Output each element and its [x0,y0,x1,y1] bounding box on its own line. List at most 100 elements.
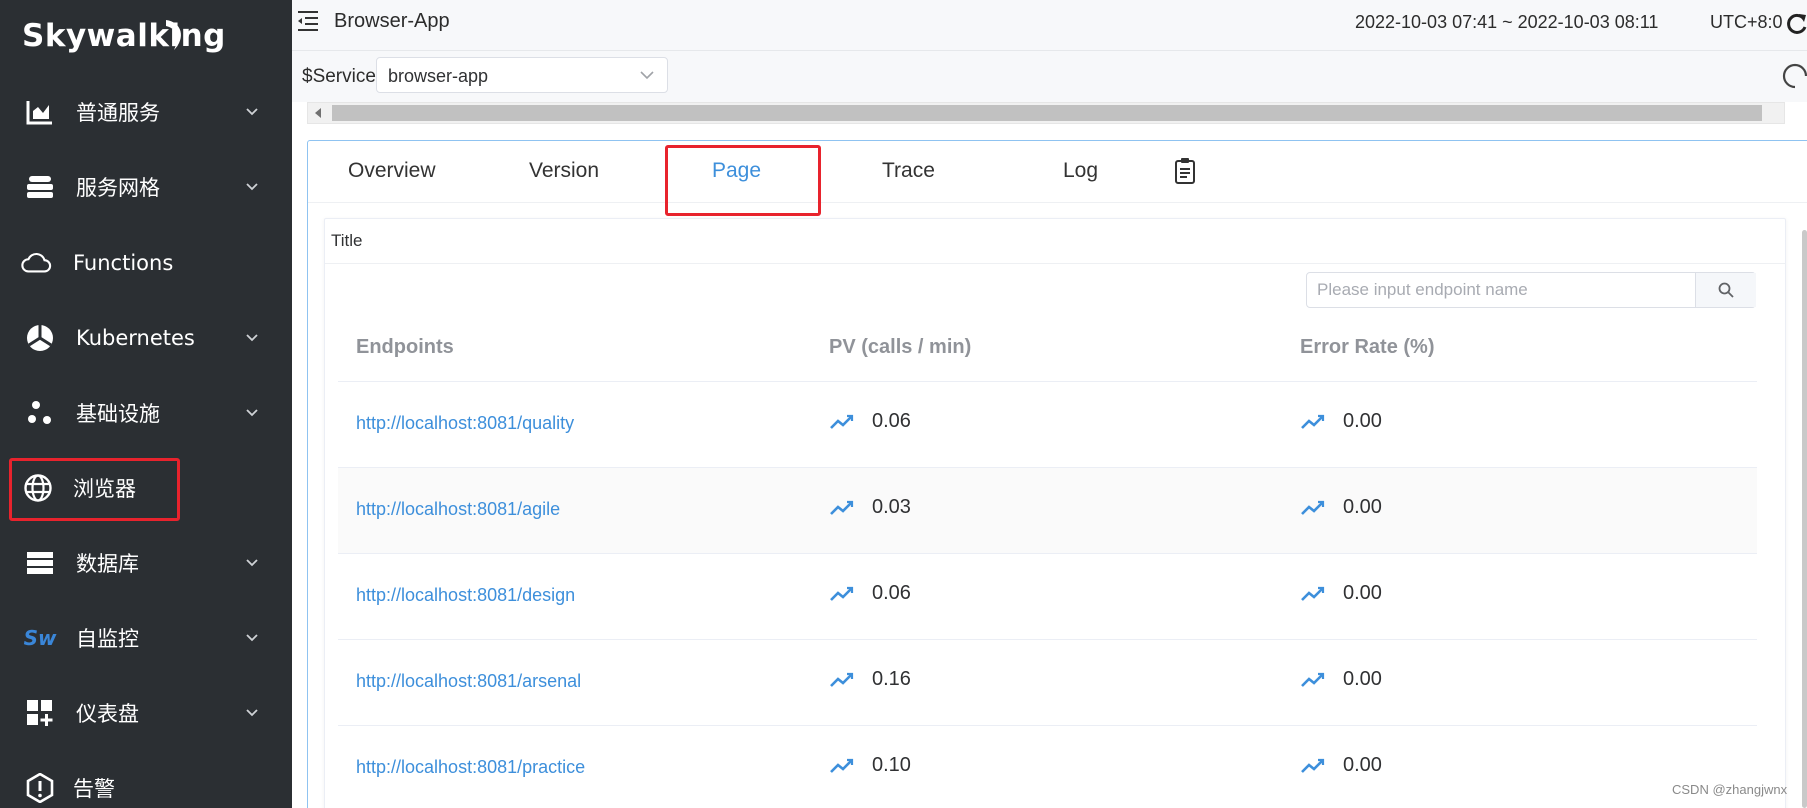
trend-chart-icon[interactable] [1300,757,1326,775]
error-rate-value: 0.00 [1343,410,1382,432]
time-range[interactable]: 2022-10-03 07:41 ~ 2022-10-03 08:11 [1355,12,1658,33]
timezone: UTC+8:0 [1710,12,1783,32]
sidebar: Skywalking 普通服务 服务网格 Functions Kubernete… [0,0,292,808]
chevron-down-icon [246,183,258,191]
endpoint-card: Title Endpoints PV (calls / min) Error R… [324,218,1786,808]
alert-icon [24,772,56,804]
service-select-value: browser-app [388,66,489,86]
sidebar-item-label: 基础设施 [76,402,160,426]
pv-cell: 0.06 [829,582,911,605]
endpoint-link[interactable]: http://localhost:8081/agile [356,499,560,520]
trend-chart-icon[interactable] [1300,671,1326,689]
trend-chart-icon[interactable] [829,585,855,603]
service-selector-bar: $Service browser-app [292,51,1807,102]
endpoint-search-input[interactable] [1307,273,1695,307]
endpoint-search [1306,272,1756,308]
endpoint-link[interactable]: http://localhost:8081/arsenal [356,671,581,692]
pv-cell: 0.10 [829,754,911,777]
logo-swirl-icon [166,20,181,50]
sidebar-item-dashboard[interactable]: 仪表盘 [0,683,292,743]
scroll-left-icon[interactable] [314,108,322,118]
table-row: http://localhost:8081/arsenal 0.16 0.00 [338,640,1757,726]
sw-badge: Sw [23,626,57,650]
tab-bar: Overview Version Page Trace Log [308,141,1807,203]
clipboard-icon[interactable] [1174,157,1196,185]
sidebar-item-label: Kubernetes [76,326,195,350]
scrollbar-thumb[interactable] [332,105,1762,121]
sidebar-item-infrastructure[interactable]: 基础设施 [0,383,292,443]
column-header-endpoints: Endpoints [356,336,454,358]
highlight-box-page-tab [665,145,821,216]
sidebar-item-general-service[interactable]: 普通服务 [0,82,292,142]
service-label: $Service [302,66,376,87]
pv-value: 0.06 [872,582,911,604]
tab-overview[interactable]: Overview [348,159,436,183]
error-rate-value: 0.00 [1343,754,1382,776]
service-select[interactable]: browser-app [376,57,668,93]
sw-icon: Sw [23,622,57,654]
sidebar-item-service-mesh[interactable]: 服务网格 [0,157,292,217]
sidebar-item-label: 普通服务 [76,101,160,125]
vertical-scrollbar[interactable] [1802,230,1807,808]
pv-value: 0.16 [872,668,911,690]
chevron-down-icon [246,334,258,342]
trend-chart-icon[interactable] [1300,585,1326,603]
chevron-down-icon [246,559,258,567]
pv-value: 0.03 [872,496,911,518]
highlight-box-browser [9,458,180,521]
chevron-down-icon [246,409,258,417]
dots-icon [24,397,56,429]
column-header-error-rate: Error Rate (%) [1300,336,1435,358]
pv-cell: 0.06 [829,410,911,433]
trend-chart-icon[interactable] [829,757,855,775]
sidebar-item-label: 数据库 [76,552,139,576]
chevron-down-icon [246,108,258,116]
top-header: Browser-App 2022-10-03 07:41 ~ 2022-10-0… [292,0,1807,51]
pv-value: 0.06 [872,410,911,432]
pv-value: 0.10 [872,754,911,776]
chevron-down-icon [246,634,258,642]
endpoint-link[interactable]: http://localhost:8081/practice [356,757,585,778]
menu-fold-icon[interactable] [296,10,320,32]
error-rate-cell: 0.00 [1300,668,1382,691]
error-rate-cell: 0.00 [1300,582,1382,605]
table-row: http://localhost:8081/practice 0.10 0.00 [338,726,1757,808]
error-rate-cell: 0.00 [1300,496,1382,519]
trend-chart-icon[interactable] [829,413,855,431]
watermark: CSDN @zhangjwnx [1672,782,1788,797]
divider [325,263,1785,264]
sidebar-item-label: Functions [73,251,174,275]
trend-chart-icon[interactable] [829,671,855,689]
sidebar-item-alerting[interactable]: 告警 [0,758,292,808]
card-title: Title [331,231,363,250]
horizontal-scrollbar[interactable] [307,102,1785,124]
sidebar-item-database[interactable]: 数据库 [0,533,292,593]
main-panel: Overview Version Page Trace Log Title En… [307,140,1807,808]
cloud-icon [20,247,52,279]
error-rate-value: 0.00 [1343,668,1382,690]
error-rate-value: 0.00 [1343,496,1382,518]
sidebar-item-label: 仪表盘 [76,702,139,726]
reload-icon[interactable] [1786,11,1807,35]
database-icon [24,547,56,579]
table-row: http://localhost:8081/agile 0.03 0.00 [338,468,1757,554]
loading-spinner-icon [1782,63,1807,89]
trend-chart-icon[interactable] [1300,413,1326,431]
sidebar-item-self-observability[interactable]: Sw 自监控 [0,608,292,668]
chevron-down-icon [640,71,654,80]
tab-version[interactable]: Version [529,159,599,183]
search-button[interactable] [1695,273,1756,307]
endpoint-link[interactable]: http://localhost:8081/quality [356,413,574,434]
trend-chart-icon[interactable] [829,499,855,517]
endpoint-link[interactable]: http://localhost:8081/design [356,585,575,606]
tab-log[interactable]: Log [1063,159,1098,183]
table-row: http://localhost:8081/quality 0.06 0.00 [338,382,1757,468]
skywalking-logo[interactable]: Skywalking [22,18,226,54]
tab-trace[interactable]: Trace [882,159,935,183]
chevron-down-icon [246,709,258,717]
sidebar-item-functions[interactable]: Functions [0,233,292,293]
page-title: Browser-App [334,10,450,32]
trend-chart-icon[interactable] [1300,499,1326,517]
sidebar-item-label: 告警 [73,777,115,801]
sidebar-item-kubernetes[interactable]: Kubernetes [0,308,292,368]
